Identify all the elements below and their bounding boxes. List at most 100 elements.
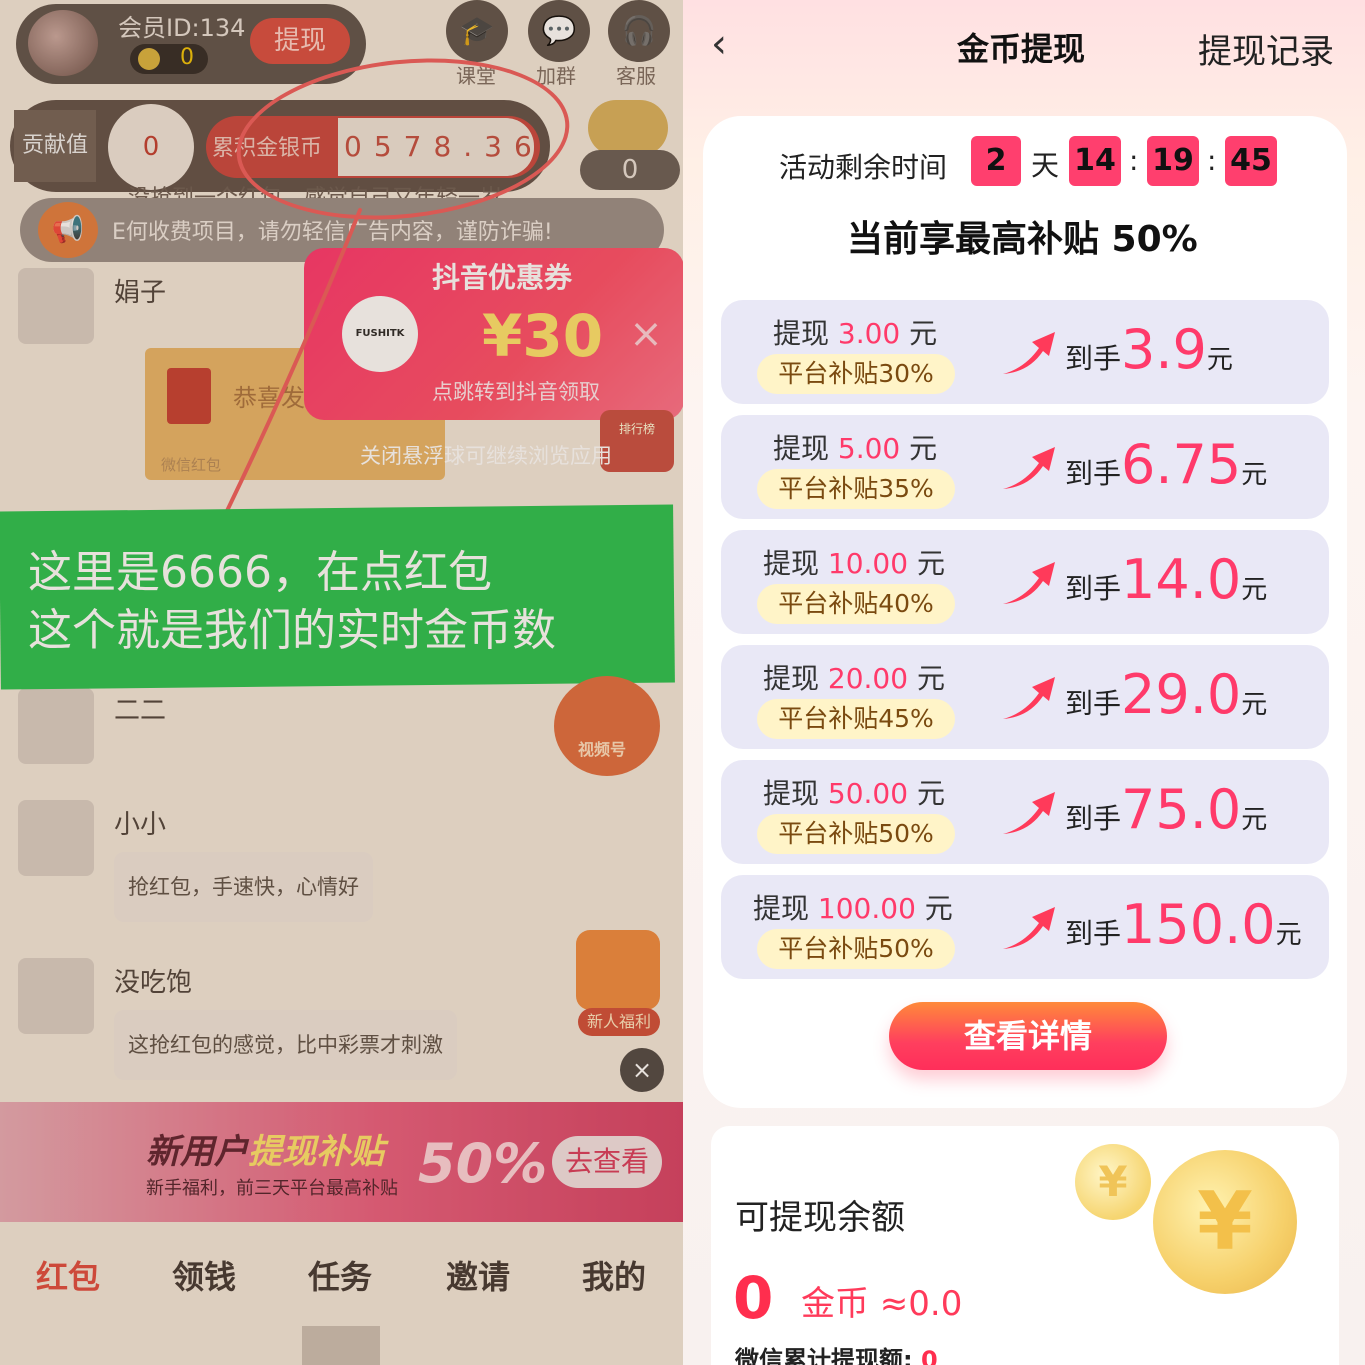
annotation-line-2: 这个就是我们的实时金币数 [28, 605, 556, 656]
headset-icon[interactable]: 🎧 [608, 0, 670, 62]
nav-tab-invite[interactable]: 邀请 [446, 1252, 510, 1298]
graduation-cap-icon[interactable]: 🎓 [446, 0, 508, 62]
right-screenshot-panel: ‹ 金币提现 提现记录 活动剩余时间 2 天 14 : 19 : 45 当前享最… [683, 0, 1365, 1365]
arrow-up-right-icon [1003, 332, 1055, 374]
nav-tab-me[interactable]: 我的 [582, 1252, 646, 1298]
coupon-amount: ¥30 [482, 302, 604, 370]
close-icon[interactable]: × [620, 1048, 664, 1092]
tier-amount: 3.00 [837, 317, 901, 350]
contribution-value: 0 [108, 104, 194, 190]
withdraw-history-link[interactable]: 提现记录 [1198, 24, 1334, 73]
coin-icon [138, 48, 160, 70]
tier-amount: 5.00 [837, 432, 901, 465]
arrow-up-right-icon [1003, 677, 1055, 719]
nav-tab-earn[interactable]: 领钱 [172, 1252, 236, 1298]
wechat-total-value: 0 [920, 1346, 938, 1365]
tier-withdraw-label: 提现 100.00 元 [753, 892, 953, 925]
nav-thumbnail[interactable] [302, 1326, 380, 1365]
tier-received: 到手29.0元 [1065, 663, 1268, 726]
banner-percent: 50% [418, 1132, 548, 1195]
withdraw-tier-option[interactable]: 提现 10.00 元 平台补贴40% 到手14.0元 [721, 530, 1329, 634]
banner-title: 新用户提现补贴 [146, 1124, 384, 1173]
tier-withdraw-label: 提现 5.00 元 [773, 432, 938, 465]
tier-subsidy-badge: 平台补贴35% [757, 469, 955, 509]
chat-group-icon[interactable]: 💬 [528, 0, 590, 62]
withdraw-tier-option[interactable]: 提现 5.00 元 平台补贴35% 到手6.75元 [721, 415, 1329, 519]
banner-view-button[interactable]: 去查看 [552, 1136, 662, 1188]
balance-title: 可提现余额 [735, 1198, 905, 1238]
tier-received: 到手6.75元 [1065, 433, 1268, 496]
annotation-line-1: 这里是6666，在点红包 [28, 547, 492, 598]
timer-minutes: 19 [1147, 136, 1199, 186]
coupon-subtitle[interactable]: 点跳转到抖音领取 [432, 376, 600, 406]
piggy-bank-icon[interactable] [588, 100, 668, 156]
withdraw-tier-option[interactable]: 提现 20.00 元 平台补贴45% 到手29.0元 [721, 645, 1329, 749]
chat-name: 娟子 [114, 278, 167, 308]
newbie-label[interactable]: 新人福利 [578, 1008, 660, 1036]
arrow-up-right-icon [1003, 447, 1055, 489]
tier-withdraw-label: 提现 10.00 元 [763, 547, 945, 580]
timer-days: 2 [971, 136, 1021, 186]
red-envelope-icon [167, 368, 211, 424]
coin-count: 0 [180, 45, 194, 70]
arrow-up-right-icon [1003, 562, 1055, 604]
newbie-gift-icon[interactable] [576, 930, 660, 1010]
close-icon[interactable]: × [626, 314, 666, 354]
withdraw-tier-option[interactable]: 提现 3.00 元 平台补贴30% 到手3.9元 [721, 300, 1329, 404]
withdraw-button[interactable]: 提现 [250, 18, 350, 64]
chat-avatar[interactable] [18, 688, 94, 764]
tier-subsidy-badge: 平台补贴30% [757, 354, 955, 394]
member-id-text: 会员ID:134 [118, 14, 246, 42]
chat-bubble: 这抢红包的感觉，比中彩票才刺激 [114, 1010, 457, 1080]
coupon-logo: FUSHITK [342, 296, 418, 372]
chat-avatar[interactable] [18, 958, 94, 1034]
banner-title-b: 提现补贴 [248, 1132, 384, 1172]
close-float-hint: 关闭悬浮球可继续浏览应用 [360, 444, 612, 468]
banner-subtitle: 新手福利，前三天平台最高补贴 [146, 1178, 398, 1199]
tier-received: 到手3.9元 [1065, 318, 1233, 381]
nav-tab-tasks[interactable]: 任务 [308, 1252, 372, 1298]
wechat-total-withdrawn: 微信累计提现额: 0 [735, 1340, 938, 1365]
coin-chip: 0 [130, 44, 208, 74]
back-chevron-icon[interactable]: ‹ [711, 24, 751, 64]
tier-amount: 10.00 [827, 547, 909, 580]
chat-name: 小小 [114, 810, 167, 840]
tier-amount: 20.00 [827, 662, 909, 695]
tier-subsidy-badge: 平台补贴40% [757, 584, 955, 624]
nav-tab-red-packet[interactable]: 红包 [36, 1252, 100, 1298]
view-details-button[interactable]: 查看详情 [889, 1002, 1167, 1070]
balance-amount: 0 [733, 1264, 774, 1332]
tier-subsidy-badge: 平台补贴45% [757, 699, 955, 739]
chat-avatar[interactable] [18, 800, 94, 876]
timer-hours: 14 [1069, 136, 1121, 186]
arrow-up-right-icon [1003, 792, 1055, 834]
tier-received-value: 6.75 [1121, 433, 1242, 496]
contribution-label: 贡献值 [14, 110, 96, 182]
timer-seconds: 45 [1225, 136, 1277, 186]
tier-withdraw-label: 提现 50.00 元 [763, 777, 945, 810]
customer-service-label: 客服 [616, 64, 656, 88]
piggy-value: 0 [580, 150, 680, 190]
balance-unit: 金币 ≈0.0 [801, 1284, 963, 1324]
withdraw-tier-option[interactable]: 提现 100.00 元 平台补贴50% 到手150.0元 [721, 875, 1329, 979]
tier-received: 到手150.0元 [1065, 893, 1302, 956]
video-channel-label: 视频号 [578, 740, 627, 759]
coupon-title: 抖音优惠券 [432, 261, 573, 294]
tier-received-value: 29.0 [1121, 663, 1242, 726]
withdraw-tier-option[interactable]: 提现 50.00 元 平台补贴50% 到手75.0元 [721, 760, 1329, 864]
tier-received-value: 75.0 [1121, 778, 1242, 841]
arrow-up-right-icon [1003, 907, 1055, 949]
red-packet-footer: 微信红包 [161, 456, 222, 474]
chat-bubble: 抢红包，手速快，心情好 [114, 852, 373, 922]
chat-avatar[interactable] [18, 268, 94, 344]
tier-amount: 50.00 [827, 777, 909, 810]
video-channel-float[interactable]: 视频号 [554, 676, 660, 776]
timer-sep-icon: : [1207, 144, 1217, 177]
member-avatar[interactable] [28, 10, 98, 76]
tier-received-value: 3.9 [1121, 318, 1207, 381]
tier-subsidy-badge: 平台补贴50% [757, 929, 955, 969]
timer-sep-icon: : [1129, 144, 1139, 177]
tier-received-value: 14.0 [1121, 548, 1242, 611]
tier-amount: 100.00 [817, 892, 916, 925]
tier-withdraw-label: 提现 20.00 元 [763, 662, 945, 695]
